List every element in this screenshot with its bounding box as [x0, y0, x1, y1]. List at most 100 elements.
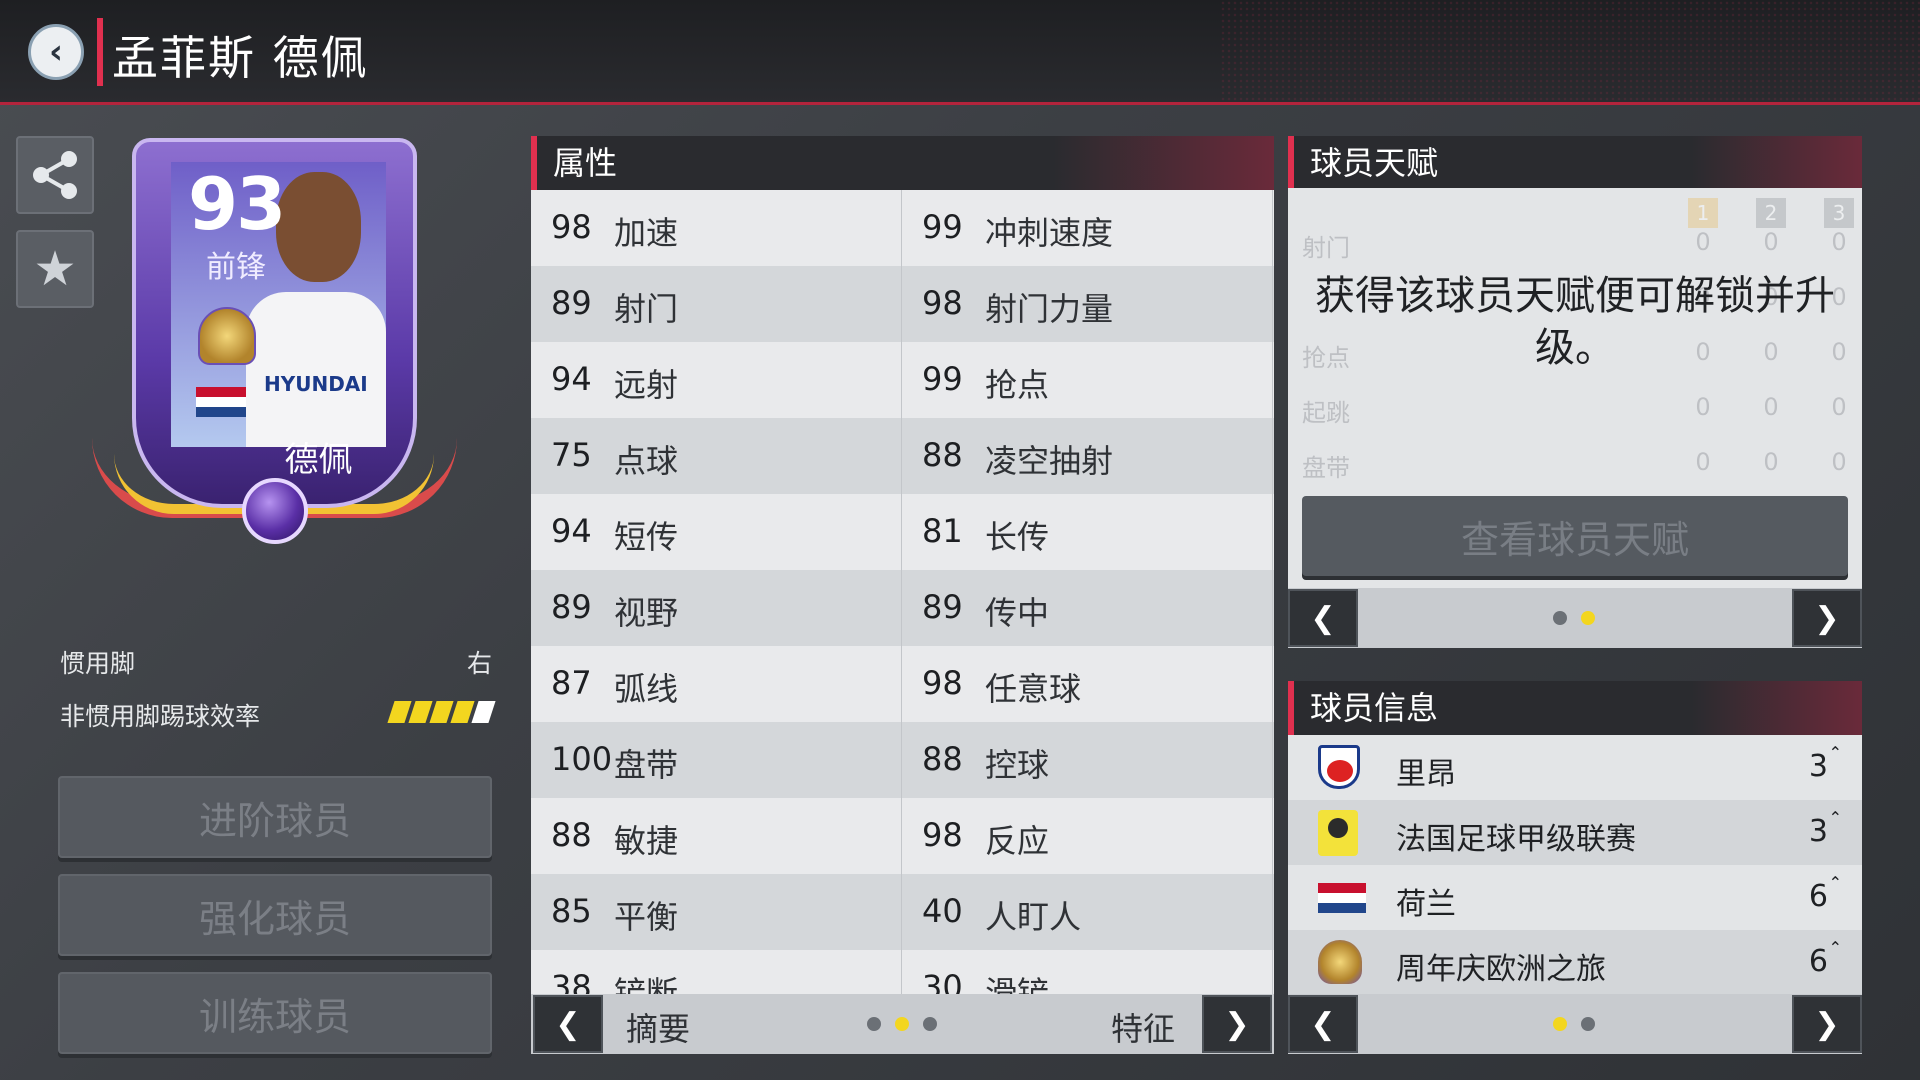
- weak-foot-bar: [408, 701, 433, 723]
- attribute-value: 87: [551, 664, 592, 702]
- chevron-left-icon: ❮: [1310, 1006, 1336, 1042]
- attribute-cell: 94 短传: [531, 494, 902, 570]
- attribute-cell: 98 任意球: [902, 646, 1273, 722]
- player-info-nav: ❮ ❯: [1288, 994, 1862, 1054]
- chevron-up-icon: ⌃: [1828, 873, 1842, 892]
- player-info-label: 周年庆欧洲之旅: [1396, 952, 1606, 987]
- attribute-cell: 94 远射: [531, 342, 902, 418]
- player-info-row[interactable]: 里昂 3 ⌃: [1288, 735, 1862, 800]
- attribute-cell: 99 冲刺速度: [902, 190, 1273, 266]
- chevron-right-icon: ❯: [1814, 600, 1840, 636]
- player-card: HYUNDAI 93 前锋 德佩: [92, 138, 457, 558]
- attribute-name: 冲刺速度: [985, 214, 1114, 252]
- player-jersey: HYUNDAI: [246, 292, 386, 447]
- preferred-foot-label: 惯用脚: [60, 649, 136, 678]
- trait-level-value: 0: [1763, 393, 1779, 421]
- preferred-foot-row: 惯用脚 右: [60, 644, 492, 680]
- attribute-name: 点球: [614, 442, 679, 480]
- attribute-cell: 98 加速: [531, 190, 902, 266]
- page-dot: [867, 1017, 881, 1031]
- player-photo: [276, 172, 361, 282]
- attribute-value: 88: [922, 436, 963, 474]
- train-player-button[interactable]: 训练球员: [58, 972, 492, 1054]
- attribute-value: 85: [551, 892, 592, 930]
- trait-row: 起跳 0 0 0: [1302, 393, 1862, 428]
- attributes-next-button[interactable]: ❯: [1202, 995, 1272, 1053]
- attribute-value: 98: [551, 208, 592, 246]
- info-next-button[interactable]: ❯: [1792, 995, 1862, 1053]
- event-badge-icon: [1318, 940, 1366, 986]
- traits-tab-label[interactable]: 特征: [1111, 1004, 1175, 1050]
- share-button[interactable]: [16, 136, 94, 214]
- jersey-sponsor: HYUNDAI: [264, 372, 368, 396]
- attribute-cell: 100 盘带: [531, 722, 902, 798]
- trait-level-value: 0: [1695, 393, 1711, 421]
- attribute-value: 94: [551, 360, 592, 398]
- page-dot-active: [1581, 611, 1595, 625]
- attribute-cell: 98 射门力量: [902, 266, 1273, 342]
- player-info-title: 球员信息: [1310, 689, 1439, 727]
- club-crest-icon: [1318, 745, 1366, 791]
- attribute-cell: 75 点球: [531, 418, 902, 494]
- attribute-name: 盘带: [614, 746, 679, 784]
- attribute-row: 100 盘带 88 控球: [531, 722, 1274, 798]
- player-info-label: 荷兰: [1396, 887, 1456, 922]
- attribute-cell: 88 敏捷: [531, 798, 902, 874]
- player-info-label: 法国足球甲级联赛: [1396, 822, 1636, 857]
- attribute-cell: 89 传中: [902, 570, 1273, 646]
- attribute-cell: 88 凌空抽射: [902, 418, 1273, 494]
- page-dot: [1553, 611, 1567, 625]
- attributes-page-dots: [867, 1017, 937, 1031]
- attribute-value: 88: [922, 740, 963, 778]
- attribute-name: 反应: [985, 822, 1050, 860]
- attribute-row: 88 敏捷 98 反应: [531, 798, 1274, 874]
- trait-level-header: 2: [1756, 198, 1786, 228]
- attribute-value: 75: [551, 436, 592, 474]
- attribute-value: 89: [551, 284, 592, 322]
- attribute-value: 99: [922, 360, 963, 398]
- back-button[interactable]: ‹: [28, 24, 84, 80]
- view-traits-button[interactable]: 查看球员天赋: [1302, 496, 1848, 576]
- info-prev-button[interactable]: ❮: [1288, 995, 1358, 1053]
- attribute-row: 75 点球 88 凌空抽射: [531, 418, 1274, 494]
- traits-prev-button[interactable]: ❮: [1288, 589, 1358, 647]
- attributes-footer: ❮ 摘要 特征 ❯: [531, 994, 1274, 1054]
- attribute-name: 远射: [614, 366, 679, 404]
- traits-header: 球员天赋: [1288, 136, 1862, 190]
- ball-emblem-icon: [242, 478, 308, 544]
- player-info-list: 里昂 3 ⌃ 法国足球甲级联赛 3 ⌃ 荷兰 6 ⌃ 周年庆欧洲之旅 6 ⌃: [1288, 735, 1862, 995]
- player-info-row[interactable]: 荷兰 6 ⌃: [1288, 865, 1862, 930]
- attributes-prev-button[interactable]: ❮: [533, 995, 603, 1053]
- attribute-name: 敏捷: [614, 822, 679, 860]
- favorite-button[interactable]: ★: [16, 230, 94, 308]
- summary-tab-label[interactable]: 摘要: [626, 1004, 690, 1050]
- attribute-row: 94 短传 81 长传: [531, 494, 1274, 570]
- attribute-row: 94 远射 99 抢点: [531, 342, 1274, 418]
- weak-foot-bar: [450, 701, 475, 723]
- chevron-right-icon: ❯: [1224, 1006, 1250, 1042]
- attribute-row: 38 铲断 30 滑铲: [531, 950, 1274, 994]
- attribute-name: 弧线: [614, 670, 679, 708]
- advance-player-button[interactable]: 进阶球员: [58, 776, 492, 858]
- trait-row: 射门 0 0 0: [1302, 228, 1862, 263]
- player-info-row[interactable]: 周年庆欧洲之旅 6 ⌃: [1288, 930, 1862, 995]
- attributes-table: 98 加速 99 冲刺速度 89 射门 98 射门力量 94 远射 99 抢点 75 点球 88 凌空抽射 94…: [531, 190, 1274, 994]
- chevron-up-icon: ⌃: [1828, 743, 1842, 762]
- attribute-row: 85 平衡 40 人盯人: [531, 874, 1274, 950]
- attribute-name: 短传: [614, 518, 679, 556]
- league-logo-icon: [1318, 810, 1366, 856]
- attribute-name: 任意球: [985, 670, 1082, 708]
- attribute-cell: 89 视野: [531, 570, 902, 646]
- traits-next-button[interactable]: ❯: [1792, 589, 1862, 647]
- attribute-cell: 40 人盯人: [902, 874, 1273, 950]
- attribute-cell: 89 射门: [531, 266, 902, 342]
- upgrade-player-button[interactable]: 强化球员: [58, 874, 492, 956]
- attribute-value: 30: [922, 968, 963, 994]
- player-info-label: 里昂: [1396, 757, 1456, 792]
- trait-level-header: 1: [1688, 198, 1718, 228]
- attribute-cell: 30 滑铲: [902, 950, 1273, 994]
- attribute-name: 射门: [614, 290, 679, 328]
- attribute-name: 铲断: [614, 974, 679, 994]
- player-info-row[interactable]: 法国足球甲级联赛 3 ⌃: [1288, 800, 1862, 865]
- traits-title: 球员天赋: [1310, 144, 1439, 182]
